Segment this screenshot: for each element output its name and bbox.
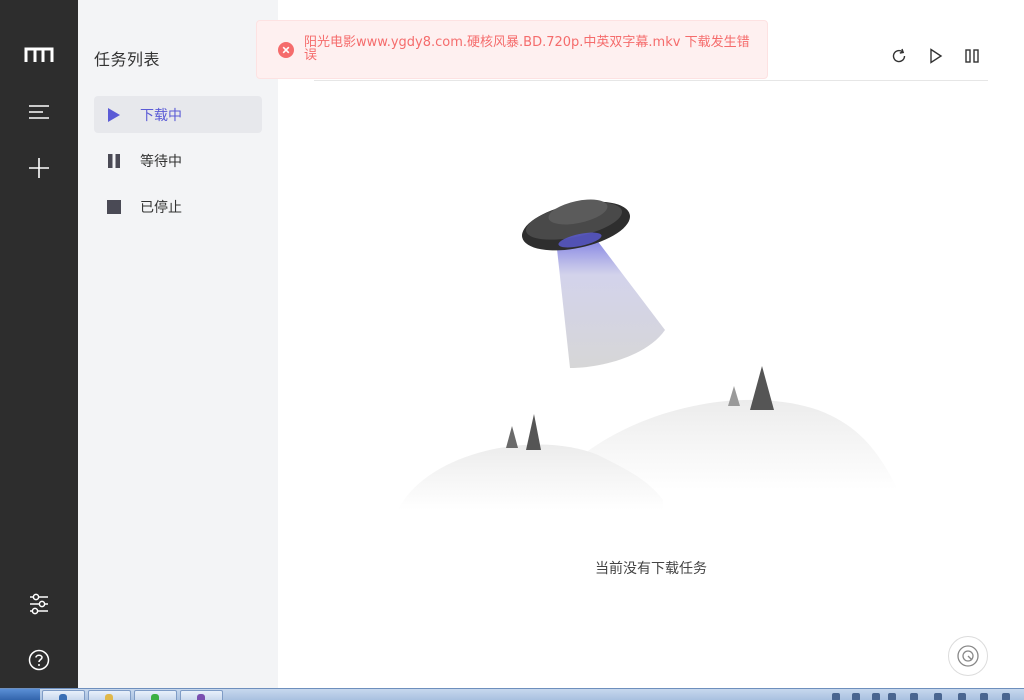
error-circle-icon: [278, 42, 294, 58]
main-panel: 当前没有下载任务: [278, 0, 1024, 688]
error-toast-message: 阳光电影www.ygdy8.com.硬核风暴.BD.720p.中英双字幕.mkv…: [304, 35, 750, 63]
resume-all-icon[interactable]: [925, 45, 947, 67]
help-icon[interactable]: [19, 640, 59, 680]
sidebar-item-label: 已停止: [140, 199, 182, 216]
play-icon: [106, 107, 122, 123]
task-list-sidebar: 任务列表 下载中 等待中 已停止: [78, 0, 278, 688]
os-taskbar: [0, 688, 1024, 700]
toolbar-divider: [314, 80, 988, 81]
empty-state-text: 当前没有下载任务: [595, 561, 707, 577]
ufo-empty-illustration: [398, 199, 898, 510]
left-rail: [0, 0, 78, 688]
stop-icon: [106, 199, 122, 215]
start-button[interactable]: [0, 689, 40, 700]
sidebar-item-label: 等待中: [140, 153, 182, 170]
sidebar-item-downloading[interactable]: 下载中: [94, 96, 262, 133]
taskbar-app-purple[interactable]: [180, 690, 223, 700]
add-icon[interactable]: [19, 148, 59, 188]
sidebar-title: 任务列表: [94, 50, 161, 69]
settings-sliders-icon[interactable]: [19, 584, 59, 624]
sidebar-item-stopped[interactable]: 已停止: [94, 188, 262, 225]
sidebar-item-waiting[interactable]: 等待中: [94, 142, 262, 179]
menu-icon[interactable]: [19, 92, 59, 132]
system-tray[interactable]: [826, 690, 1024, 700]
taskbar-app-green[interactable]: [134, 690, 177, 700]
taskbar-app-mail[interactable]: [42, 690, 85, 700]
pause-all-icon[interactable]: [961, 45, 983, 67]
sidebar-item-label: 下载中: [140, 107, 182, 124]
speedometer-icon: [957, 645, 979, 667]
refresh-icon[interactable]: [888, 45, 910, 67]
app-logo-icon[interactable]: [19, 35, 59, 75]
error-toast: 阳光电影www.ygdy8.com.硬核风暴.BD.720p.中英双字幕.mkv…: [256, 20, 768, 79]
speed-limit-button[interactable]: [948, 636, 988, 676]
taskbar-app-folder[interactable]: [88, 690, 131, 700]
pause-icon: [106, 153, 122, 169]
